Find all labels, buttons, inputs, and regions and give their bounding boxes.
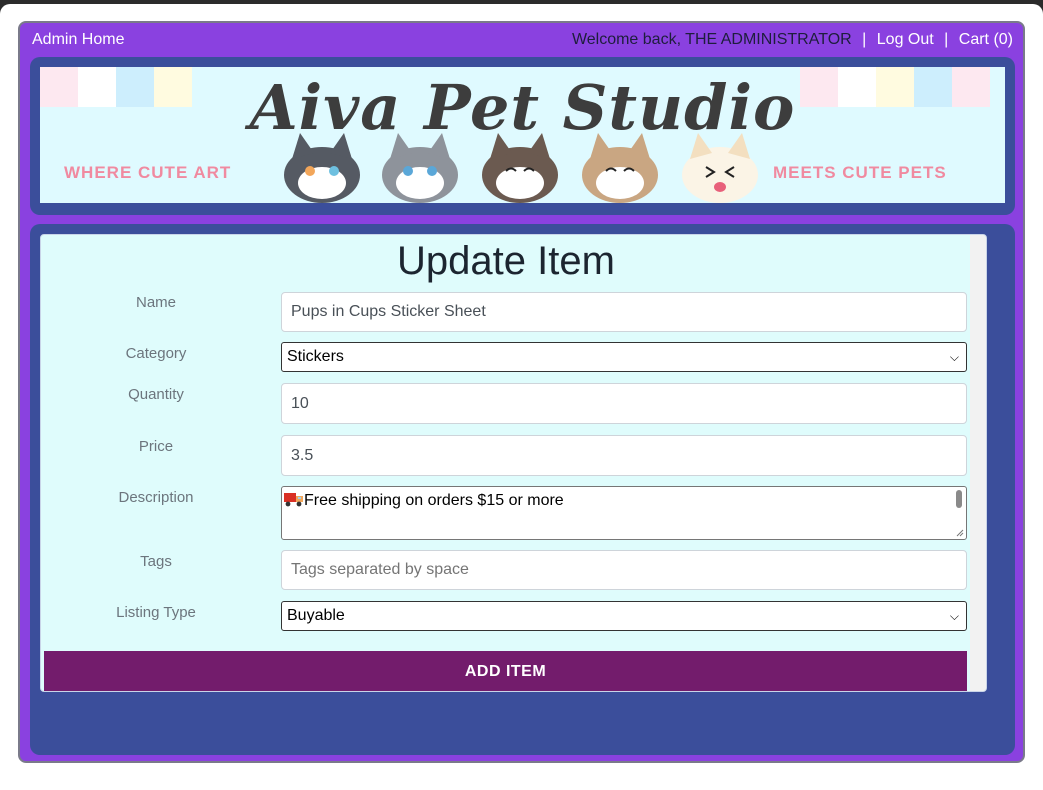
name-label: Name	[135, 294, 176, 311]
banner-image: Aiva Pet Studio WHERE CUTE ART MEETS CUT…	[40, 67, 1005, 203]
price-field[interactable]	[281, 435, 967, 476]
tagline-right: MEETS CUTE PETS	[773, 163, 947, 182]
chevron-down-icon: ⌵	[949, 609, 959, 623]
quantity-label: Quantity	[128, 386, 184, 403]
add-item-button[interactable]: ADD ITEM	[44, 651, 967, 691]
update-item-form: Update Item Name Category Stickers ⌵ Qua…	[40, 234, 987, 692]
welcome-text: Welcome back, THE ADMINISTRATOR	[571, 31, 852, 48]
chevron-down-icon: ⌵	[949, 350, 959, 364]
name-field[interactable]	[281, 292, 967, 332]
nav-separator: |	[944, 31, 949, 48]
form-scrollbar[interactable]	[970, 235, 986, 691]
nav-separator: |	[862, 31, 867, 48]
puppy-3	[482, 133, 558, 203]
price-label: Price	[138, 438, 174, 455]
textarea-scrollbar-thumb[interactable]	[956, 490, 962, 508]
tagline-left: WHERE CUTE ART	[64, 163, 232, 182]
puppy-1	[284, 133, 360, 203]
puppy-2	[382, 133, 458, 203]
quantity-field[interactable]	[281, 383, 967, 424]
admin-home-link[interactable]: Admin Home	[32, 28, 124, 52]
category-selected-value: Stickers	[287, 348, 344, 365]
top-nav: Admin Home Welcome back, THE ADMINISTRAT…	[32, 28, 1013, 52]
category-label: Category	[125, 345, 187, 362]
puppy-5	[682, 133, 758, 203]
cart-link[interactable]: Cart (0)	[959, 31, 1013, 48]
main-panel: Update Item Name Category Stickers ⌵ Qua…	[30, 224, 1015, 755]
description-text: Free shipping on orders $15 or more	[304, 492, 564, 509]
site-frame: Admin Home Welcome back, THE ADMINISTRAT…	[18, 21, 1025, 763]
logout-link[interactable]: Log Out	[877, 31, 934, 48]
listing-type-selected-value: Buyable	[287, 607, 345, 624]
page-title: Update Item	[397, 239, 615, 283]
listing-type-label: Listing Type	[116, 604, 196, 621]
tags-field[interactable]	[281, 550, 967, 590]
description-label: Description	[118, 489, 194, 506]
listing-type-select[interactable]: Buyable ⌵	[281, 601, 967, 631]
browser-page: Admin Home Welcome back, THE ADMINISTRAT…	[0, 4, 1043, 790]
puppy-4	[582, 133, 658, 203]
user-nav: Welcome back, THE ADMINISTRATOR | Log Ou…	[572, 28, 1013, 52]
category-select[interactable]: Stickers ⌵	[281, 342, 967, 372]
description-field[interactable]: Free shipping on orders $15 or more	[281, 486, 967, 540]
puppy-illustration	[284, 133, 758, 203]
banner-panel: Aiva Pet Studio WHERE CUTE ART MEETS CUT…	[30, 57, 1015, 215]
truck-emoji-icon	[284, 493, 303, 507]
tags-label: Tags	[140, 553, 172, 570]
resize-grip-icon[interactable]	[956, 529, 964, 537]
